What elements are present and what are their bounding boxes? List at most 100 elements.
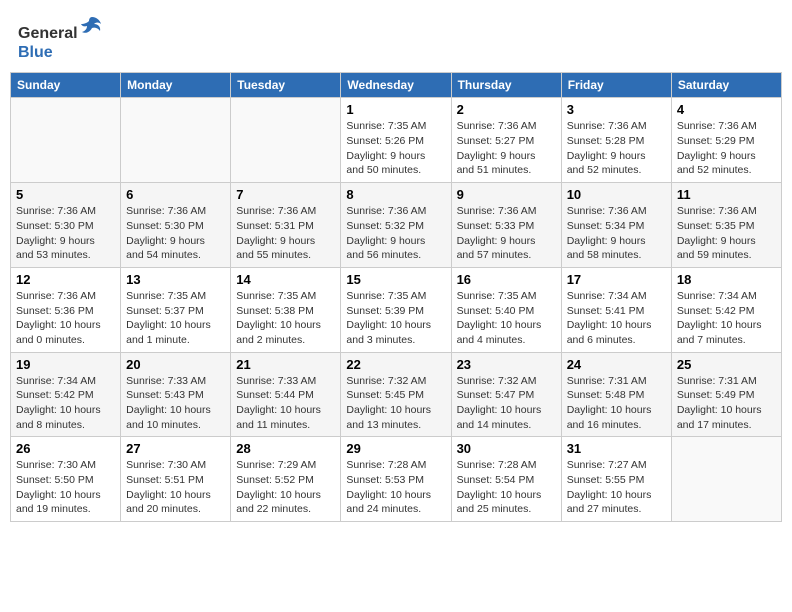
- calendar-cell: 6 Sunrise: 7:36 AM Sunset: 5:30 PM Daylig…: [121, 183, 231, 268]
- calendar-cell: 18Sunrise: 7:34 AM Sunset: 5:42 PM Dayli…: [671, 267, 781, 352]
- calendar-cell: 27 Sunrise: 7:30 AM Sunset: 5:51 PM Dayli…: [121, 437, 231, 522]
- day-info: Sunrise: 7:36 AM Sunset: 5:34 PM Dayligh…: [567, 204, 666, 263]
- day-number: 3: [567, 102, 666, 117]
- calendar-cell: 16 Sunrise: 7:35 AM Sunset: 5:40 PM Dayli…: [451, 267, 561, 352]
- calendar-cell: 28 Sunrise: 7:29 AM Sunset: 5:52 PM Dayli…: [231, 437, 341, 522]
- calendar-cell: 9 Sunrise: 7:36 AM Sunset: 5:33 PM Daylig…: [451, 183, 561, 268]
- calendar-cell: 4 Sunrise: 7:36 AM Sunset: 5:29 PM Daylig…: [671, 98, 781, 183]
- logo: General Blue: [18, 14, 104, 62]
- weekday-header-friday: Friday: [561, 73, 671, 98]
- weekday-header-monday: Monday: [121, 73, 231, 98]
- calendar-cell: 7 Sunrise: 7:36 AM Sunset: 5:31 PM Daylig…: [231, 183, 341, 268]
- weekday-header-wednesday: Wednesday: [341, 73, 451, 98]
- day-number: 26: [16, 441, 115, 456]
- calendar-week-row: 12 Sunrise: 7:36 AM Sunset: 5:36 PM Dayli…: [11, 267, 782, 352]
- page-header: General Blue: [10, 10, 782, 66]
- day-number: 13: [126, 272, 225, 287]
- logo-bird-icon: [80, 14, 104, 38]
- day-info: Sunrise: 7:36 AM Sunset: 5:35 PM Dayligh…: [677, 204, 776, 263]
- calendar-cell: 17 Sunrise: 7:34 AM Sunset: 5:41 PM Dayli…: [561, 267, 671, 352]
- day-info: Sunrise: 7:36 AM Sunset: 5:32 PM Dayligh…: [346, 204, 445, 263]
- calendar-cell: 21Sunrise: 7:33 AM Sunset: 5:44 PM Dayli…: [231, 352, 341, 437]
- calendar-cell: 30 Sunrise: 7:28 AM Sunset: 5:54 PM Dayli…: [451, 437, 561, 522]
- day-number: 8: [346, 187, 445, 202]
- calendar-cell: 15 Sunrise: 7:35 AM Sunset: 5:39 PM Dayli…: [341, 267, 451, 352]
- day-number: 7: [236, 187, 335, 202]
- calendar-cell: 12 Sunrise: 7:36 AM Sunset: 5:36 PM Dayli…: [11, 267, 121, 352]
- day-info: Sunrise: 7:28 AM Sunset: 5:53 PM Dayligh…: [346, 458, 445, 517]
- day-number: 17: [567, 272, 666, 287]
- calendar-cell: 2 Sunrise: 7:36 AM Sunset: 5:27 PM Daylig…: [451, 98, 561, 183]
- day-number: 28: [236, 441, 335, 456]
- day-number: 30: [457, 441, 556, 456]
- day-info: Sunrise: 7:36 AM Sunset: 5:29 PM Dayligh…: [677, 119, 776, 178]
- logo-text: General Blue: [18, 14, 104, 62]
- day-number: 16: [457, 272, 556, 287]
- day-number: 9: [457, 187, 556, 202]
- weekday-header-thursday: Thursday: [451, 73, 561, 98]
- calendar-cell: 25 Sunrise: 7:31 AM Sunset: 5:49 PM Dayli…: [671, 352, 781, 437]
- day-info: Sunrise: 7:34 AM Sunset: 5:41 PM Dayligh…: [567, 289, 666, 348]
- day-info: Sunrise: 7:36 AM Sunset: 5:30 PM Dayligh…: [126, 204, 225, 263]
- calendar-cell: 22 Sunrise: 7:32 AM Sunset: 5:45 PM Dayli…: [341, 352, 451, 437]
- day-info: Sunrise: 7:35 AM Sunset: 5:37 PM Dayligh…: [126, 289, 225, 348]
- calendar-week-row: 1Sunrise: 7:35 AM Sunset: 5:26 PM Daylig…: [11, 98, 782, 183]
- day-number: 27: [126, 441, 225, 456]
- day-info: Sunrise: 7:36 AM Sunset: 5:31 PM Dayligh…: [236, 204, 335, 263]
- day-number: 5: [16, 187, 115, 202]
- day-number: 18: [677, 272, 776, 287]
- calendar-cell: 8 Sunrise: 7:36 AM Sunset: 5:32 PM Daylig…: [341, 183, 451, 268]
- day-number: 22: [346, 357, 445, 372]
- day-info: Sunrise: 7:35 AM Sunset: 5:26 PM Dayligh…: [346, 119, 445, 178]
- day-info: Sunrise: 7:36 AM Sunset: 5:33 PM Dayligh…: [457, 204, 556, 263]
- day-info: Sunrise: 7:35 AM Sunset: 5:39 PM Dayligh…: [346, 289, 445, 348]
- calendar-cell: 1Sunrise: 7:35 AM Sunset: 5:26 PM Daylig…: [341, 98, 451, 183]
- day-info: Sunrise: 7:34 AM Sunset: 5:42 PM Dayligh…: [16, 374, 115, 433]
- day-info: Sunrise: 7:36 AM Sunset: 5:28 PM Dayligh…: [567, 119, 666, 178]
- calendar-week-row: 19Sunrise: 7:34 AM Sunset: 5:42 PM Dayli…: [11, 352, 782, 437]
- day-info: Sunrise: 7:32 AM Sunset: 5:45 PM Dayligh…: [346, 374, 445, 433]
- day-info: Sunrise: 7:32 AM Sunset: 5:47 PM Dayligh…: [457, 374, 556, 433]
- day-info: Sunrise: 7:28 AM Sunset: 5:54 PM Dayligh…: [457, 458, 556, 517]
- calendar-cell: 13 Sunrise: 7:35 AM Sunset: 5:37 PM Dayli…: [121, 267, 231, 352]
- day-info: Sunrise: 7:36 AM Sunset: 5:27 PM Dayligh…: [457, 119, 556, 178]
- day-info: Sunrise: 7:35 AM Sunset: 5:38 PM Dayligh…: [236, 289, 335, 348]
- day-number: 12: [16, 272, 115, 287]
- logo-general: General: [18, 25, 78, 42]
- calendar-header-row: SundayMondayTuesdayWednesdayThursdayFrid…: [11, 73, 782, 98]
- day-number: 25: [677, 357, 776, 372]
- logo-blue-text: Blue: [18, 44, 53, 61]
- weekday-header-sunday: Sunday: [11, 73, 121, 98]
- day-number: 6: [126, 187, 225, 202]
- day-number: 4: [677, 102, 776, 117]
- calendar-cell: 24 Sunrise: 7:31 AM Sunset: 5:48 PM Dayli…: [561, 352, 671, 437]
- day-info: Sunrise: 7:33 AM Sunset: 5:44 PM Dayligh…: [236, 374, 335, 433]
- day-info: Sunrise: 7:30 AM Sunset: 5:50 PM Dayligh…: [16, 458, 115, 517]
- day-info: Sunrise: 7:31 AM Sunset: 5:48 PM Dayligh…: [567, 374, 666, 433]
- day-info: Sunrise: 7:29 AM Sunset: 5:52 PM Dayligh…: [236, 458, 335, 517]
- day-info: Sunrise: 7:30 AM Sunset: 5:51 PM Dayligh…: [126, 458, 225, 517]
- calendar-cell: [11, 98, 121, 183]
- day-number: 11: [677, 187, 776, 202]
- day-info: Sunrise: 7:36 AM Sunset: 5:30 PM Dayligh…: [16, 204, 115, 263]
- day-number: 15: [346, 272, 445, 287]
- day-info: Sunrise: 7:36 AM Sunset: 5:36 PM Dayligh…: [16, 289, 115, 348]
- calendar-cell: 20Sunrise: 7:33 AM Sunset: 5:43 PM Dayli…: [121, 352, 231, 437]
- day-number: 29: [346, 441, 445, 456]
- calendar-week-row: 5 Sunrise: 7:36 AM Sunset: 5:30 PM Daylig…: [11, 183, 782, 268]
- calendar-cell: 14 Sunrise: 7:35 AM Sunset: 5:38 PM Dayli…: [231, 267, 341, 352]
- calendar-cell: 19Sunrise: 7:34 AM Sunset: 5:42 PM Dayli…: [11, 352, 121, 437]
- calendar-cell: [121, 98, 231, 183]
- day-number: 20: [126, 357, 225, 372]
- day-info: Sunrise: 7:31 AM Sunset: 5:49 PM Dayligh…: [677, 374, 776, 433]
- calendar-cell: 26 Sunrise: 7:30 AM Sunset: 5:50 PM Dayli…: [11, 437, 121, 522]
- calendar-cell: [231, 98, 341, 183]
- day-number: 2: [457, 102, 556, 117]
- calendar-week-row: 26 Sunrise: 7:30 AM Sunset: 5:50 PM Dayli…: [11, 437, 782, 522]
- calendar-cell: 11 Sunrise: 7:36 AM Sunset: 5:35 PM Dayli…: [671, 183, 781, 268]
- day-number: 24: [567, 357, 666, 372]
- calendar-cell: 5 Sunrise: 7:36 AM Sunset: 5:30 PM Daylig…: [11, 183, 121, 268]
- day-number: 14: [236, 272, 335, 287]
- day-info: Sunrise: 7:35 AM Sunset: 5:40 PM Dayligh…: [457, 289, 556, 348]
- calendar-cell: 10Sunrise: 7:36 AM Sunset: 5:34 PM Dayli…: [561, 183, 671, 268]
